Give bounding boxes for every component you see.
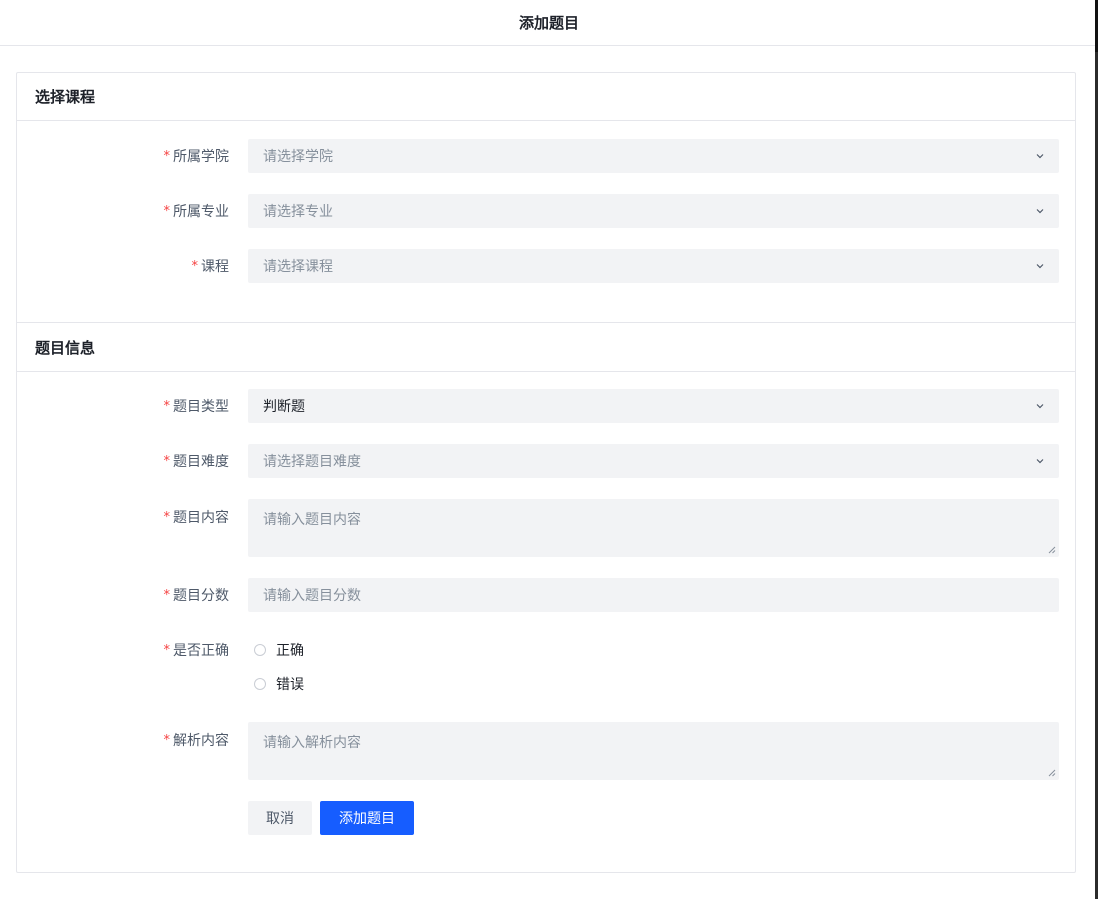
required-mark: *: [163, 587, 171, 603]
dialog-header: 添加题目: [0, 0, 1098, 46]
radio-circle-icon[interactable]: [254, 678, 266, 690]
score-input[interactable]: 请输入题目分数: [248, 578, 1059, 612]
row-question-type: * 题目类型 判断题: [17, 389, 1075, 423]
row-major: * 所属专业 请选择专业: [17, 194, 1075, 228]
required-mark: *: [163, 148, 171, 164]
radio-correct[interactable]: 正确: [254, 639, 304, 661]
row-content: * 题目内容 请输入题目内容: [17, 499, 1075, 557]
radio-wrong-label: 错误: [276, 677, 304, 693]
row-course: * 课程 请选择课程: [17, 249, 1075, 283]
radio-circle-icon[interactable]: [254, 644, 266, 656]
radio-correct-label: 正确: [276, 643, 304, 659]
cancel-button[interactable]: 取消: [248, 801, 312, 835]
score-label-text: 题目分数: [173, 588, 229, 604]
score-label: * 题目分数: [164, 578, 230, 612]
required-mark: *: [163, 732, 171, 748]
row-analysis: * 解析内容 请输入解析内容: [17, 722, 1075, 780]
analysis-textarea-placeholder: 请输入解析内容: [263, 735, 361, 751]
score-input-placeholder: 请输入题目分数: [263, 588, 361, 604]
question-type-label-text: 题目类型: [173, 399, 229, 415]
resize-handle-icon[interactable]: [1048, 769, 1056, 777]
analysis-label-text: 解析内容: [173, 733, 229, 749]
required-mark: *: [163, 642, 171, 658]
chevron-down-icon: [1036, 459, 1044, 464]
college-label-text: 所属学院: [173, 149, 229, 165]
content-textarea-placeholder: 请输入题目内容: [263, 512, 361, 528]
chevron-down-icon: [1036, 209, 1044, 214]
required-mark: *: [163, 509, 171, 525]
difficulty-label: * 题目难度: [164, 444, 230, 478]
dialog-title: 添加题目: [518, 14, 579, 32]
difficulty-select-placeholder: 请选择题目难度: [263, 454, 361, 470]
section-title-course: 选择课程: [17, 73, 1075, 121]
required-mark: *: [163, 203, 171, 219]
difficulty-label-text: 题目难度: [173, 454, 229, 470]
content-label-text: 题目内容: [173, 510, 229, 526]
major-label-text: 所属专业: [173, 204, 229, 220]
row-correct: * 是否正确 正确 错误: [17, 639, 1075, 695]
course-label: * 课程: [192, 249, 230, 283]
content-label: * 题目内容: [164, 507, 230, 527]
row-college: * 所属学院 请选择学院: [17, 139, 1075, 173]
add-question-button[interactable]: 添加题目: [320, 801, 414, 835]
content-textarea[interactable]: 请输入题目内容: [248, 499, 1059, 557]
row-difficulty: * 题目难度 请选择题目难度: [17, 444, 1075, 478]
correct-label-text: 是否正确: [173, 643, 229, 659]
section-title-question: 题目信息: [17, 323, 1075, 372]
row-score: * 题目分数 请输入题目分数: [17, 578, 1075, 612]
college-label: * 所属学院: [164, 139, 230, 173]
major-select-placeholder: 请选择专业: [263, 204, 333, 220]
section-title-course-text: 选择课程: [35, 88, 96, 106]
course-label-text: 课程: [201, 259, 229, 275]
chevron-down-icon: [1036, 264, 1044, 269]
college-select[interactable]: 请选择学院: [248, 139, 1059, 173]
major-label: * 所属专业: [164, 194, 230, 228]
question-type-select[interactable]: 判断题: [248, 389, 1059, 423]
chevron-down-icon: [1036, 154, 1044, 159]
required-mark: *: [191, 258, 199, 274]
question-type-label: * 题目类型: [164, 389, 230, 423]
difficulty-select[interactable]: 请选择题目难度: [248, 444, 1059, 478]
radio-wrong[interactable]: 错误: [254, 673, 304, 695]
course-select-placeholder: 请选择课程: [263, 259, 333, 275]
resize-handle-icon[interactable]: [1048, 546, 1056, 554]
required-mark: *: [163, 398, 171, 414]
college-select-placeholder: 请选择学院: [263, 149, 333, 165]
required-mark: *: [163, 453, 171, 469]
analysis-label: * 解析内容: [164, 730, 230, 750]
section-title-question-text: 题目信息: [35, 338, 96, 357]
question-type-value: 判断题: [263, 399, 305, 415]
correct-label: * 是否正确: [164, 639, 230, 661]
chevron-down-icon: [1036, 404, 1044, 409]
major-select[interactable]: 请选择专业: [248, 194, 1059, 228]
form-card: 选择课程 * 所属学院 请选择学院 * 所属专业 请选择专业 * 课程 请选择课程 题…: [16, 72, 1076, 873]
course-select[interactable]: 请选择课程: [248, 249, 1059, 283]
analysis-textarea[interactable]: 请输入解析内容: [248, 722, 1059, 780]
